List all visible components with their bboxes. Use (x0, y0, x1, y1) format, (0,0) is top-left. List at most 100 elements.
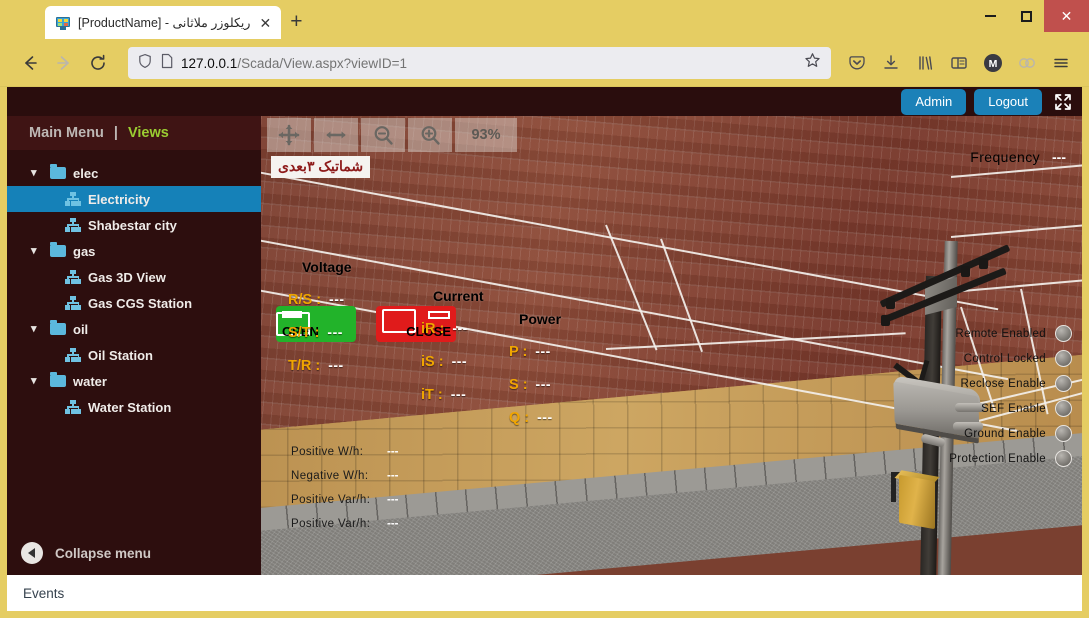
voltage-title: Voltage (302, 259, 352, 275)
zoom-in-icon[interactable] (408, 118, 452, 152)
status-row: Protection Enable (949, 446, 1072, 471)
sidebar: Main Menu | Views ▾ elec Electricity (7, 116, 261, 575)
power-value: --- (535, 343, 551, 359)
energy-row: Negative W/h: --- (291, 470, 399, 494)
current-label: iT : (421, 387, 443, 403)
new-tab-button[interactable]: + (281, 10, 311, 34)
maximize-button[interactable] (1008, 0, 1044, 32)
menu-icon[interactable] (1045, 47, 1077, 79)
main-menu-link[interactable]: Main Menu (29, 125, 104, 141)
sidebar-item-gas-3d-view[interactable]: Gas 3D View (7, 264, 261, 290)
tree-folder-gas[interactable]: ▾ gas (7, 238, 261, 264)
pocket-icon[interactable] (841, 47, 873, 79)
sidebar-item-water-station[interactable]: Water Station (7, 394, 261, 420)
power-row: Q : --- (509, 409, 561, 426)
chevron-down-icon[interactable]: ▾ (31, 246, 43, 257)
zoom-out-icon[interactable] (361, 118, 405, 152)
status-label: Ground Enable (964, 428, 1046, 440)
current-label: iS : (421, 354, 444, 370)
sidebar-item-gas-cgs-station[interactable]: Gas CGS Station (7, 290, 261, 316)
tab-title: ریکلوزر ملاثانی - [ProductName] (78, 15, 250, 30)
collapse-menu-button[interactable]: Collapse menu (7, 531, 261, 575)
svg-text:M: M (989, 58, 998, 70)
current-group: Current iR : --- iS : --- iT : --- (421, 288, 484, 403)
admin-button[interactable]: Admin (901, 89, 966, 115)
navigation-toolbar: 127.0.0.1/Scada/View.aspx?viewID=1 M (0, 40, 1089, 87)
reload-button[interactable] (82, 47, 114, 79)
chevron-down-icon[interactable]: ▾ (31, 324, 43, 335)
zoom-level-display[interactable]: 93% (455, 118, 517, 152)
sidebar-header: Main Menu | Views (7, 116, 261, 150)
energy-value: --- (387, 470, 399, 482)
voltage-value: --- (327, 324, 343, 340)
current-row: iT : --- (421, 386, 484, 403)
voltage-row: T/R : --- (288, 357, 352, 374)
view-node-icon (65, 296, 81, 310)
status-led-reclose-enable (1055, 375, 1072, 392)
forward-button[interactable] (48, 47, 80, 79)
current-row: iS : --- (421, 353, 484, 370)
tree-folder-water[interactable]: ▾ water (7, 368, 261, 394)
back-button[interactable] (14, 47, 46, 79)
logout-button[interactable]: Logout (974, 89, 1042, 115)
folder-icon (50, 167, 66, 179)
page-icon (160, 53, 174, 74)
download-icon[interactable] (875, 47, 907, 79)
tree-folder-oil[interactable]: ▾ oil (7, 316, 261, 342)
scada-view-canvas[interactable]: 93% شماتیک ۳بعدی OPEN CLOSE Frequency (261, 116, 1082, 575)
address-bar[interactable]: 127.0.0.1/Scada/View.aspx?viewID=1 (128, 47, 831, 79)
insulator (886, 298, 895, 309)
url-host: 127.0.0.1 (181, 56, 237, 71)
bookmark-star-icon[interactable] (804, 52, 821, 74)
account-avatar[interactable]: M (977, 47, 1009, 79)
views-link[interactable]: Views (128, 125, 169, 141)
containers-icon[interactable] (1011, 47, 1043, 79)
minimize-button[interactable] (972, 0, 1008, 32)
voltage-row: R/S : --- (288, 291, 352, 308)
chevron-down-icon[interactable]: ▾ (31, 168, 43, 179)
tree-label: oil (73, 322, 88, 337)
close-tab-icon[interactable]: ✕ (257, 16, 273, 30)
energy-label: Positive Var/h: (291, 494, 387, 506)
sidebar-item-shabestar-city[interactable]: Shabestar city (7, 212, 261, 238)
tree-label: Oil Station (88, 348, 153, 363)
status-indicators: Remote Enabled Control Locked Reclose En… (949, 321, 1072, 471)
voltage-value: --- (328, 357, 344, 373)
sidebar-item-electricity[interactable]: Electricity (7, 186, 261, 212)
close-window-button[interactable]: ✕ (1044, 0, 1089, 32)
tree-label: water (73, 374, 107, 389)
browser-tab[interactable]: ریکلوزر ملاثانی - [ProductName] ✕ (45, 6, 281, 39)
status-label: SEF Enable (981, 403, 1046, 415)
events-tab[interactable]: Events (23, 586, 64, 601)
collapse-arrow-icon (21, 542, 43, 564)
energy-value: --- (387, 494, 399, 506)
sidebar-item-oil-station[interactable]: Oil Station (7, 342, 261, 368)
status-row: Remote Enabled (949, 321, 1072, 346)
view-node-icon (65, 192, 81, 206)
power-label: P : (509, 344, 527, 360)
fit-width-icon[interactable] (314, 118, 358, 152)
fullscreen-icon[interactable] (1052, 91, 1074, 113)
status-led-sef-enable (1055, 400, 1072, 417)
power-label: Q : (509, 410, 529, 426)
sidebar-icon[interactable] (943, 47, 975, 79)
status-label: Protection Enable (949, 453, 1046, 465)
library-icon[interactable] (909, 47, 941, 79)
titlebar: ریکلوزر ملاثانی - [ProductName] ✕ + ✕ (0, 0, 1089, 40)
tree-folder-elec[interactable]: ▾ elec (7, 160, 261, 186)
status-led-ground-enable (1055, 425, 1072, 442)
status-label: Remote Enabled (955, 328, 1046, 340)
insulator (881, 315, 890, 326)
view-node-icon (65, 348, 81, 362)
pan-icon[interactable] (267, 118, 311, 152)
status-led-remote-enabled (1055, 325, 1072, 342)
energy-label: Positive Var/h: (291, 518, 387, 530)
power-row: S : --- (509, 376, 561, 393)
url-text: 127.0.0.1/Scada/View.aspx?viewID=1 (181, 56, 797, 71)
current-row: iR : --- (421, 320, 484, 337)
folder-icon (50, 375, 66, 387)
energy-label: Positive W/h: (291, 446, 387, 458)
scada-monitor-icon (55, 15, 71, 31)
chevron-down-icon[interactable]: ▾ (31, 376, 43, 387)
events-panel: Events (7, 575, 1082, 611)
